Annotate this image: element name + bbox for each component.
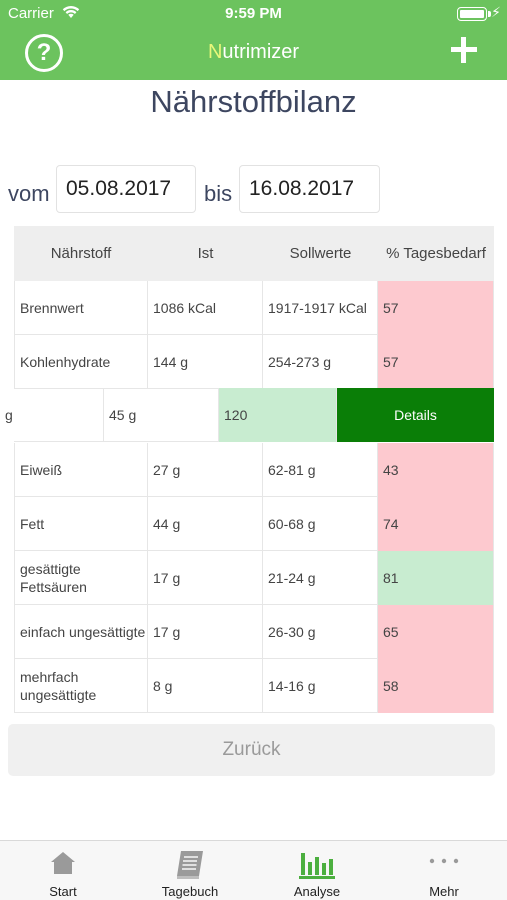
tab-label: Analyse <box>293 884 341 899</box>
nutrient-name: Brennwert <box>14 281 148 335</box>
actual-value: 144 g <box>148 335 263 389</box>
tab-tagebuch[interactable]: Tagebuch <box>127 841 253 900</box>
app-title: Nutrimizer <box>207 41 300 63</box>
from-date-field[interactable]: 05.08.2017 <box>56 165 196 213</box>
nutrient-name: mehrfach ungesättigte <box>14 659 148 713</box>
actual-value: 45 g <box>104 388 219 442</box>
table-row[interactable]: einfach ungesättigte 17 g 26-30 g 65 <box>14 605 494 659</box>
daily-percent: 57 <box>378 335 494 389</box>
table-row[interactable]: Brennwert 1086 kCal 1917-1917 kCal 57 <box>14 281 494 335</box>
header-target: Sollwerte <box>289 245 352 262</box>
target-value: 62-81 g <box>263 443 378 497</box>
header-actual: Ist <box>197 245 214 262</box>
home-icon <box>0 849 126 881</box>
daily-percent: 58 <box>378 659 494 713</box>
nutrient-name: gesättigte Fettsäuren <box>14 551 148 605</box>
status-bar: Carrier 9:59 PM ⚡ <box>0 0 507 28</box>
daily-percent: 43 <box>378 443 494 497</box>
back-button[interactable]: Zurück <box>8 724 495 776</box>
target-value: 1917-1917 kCal <box>263 281 378 335</box>
nutrient-name: Fett <box>14 497 148 551</box>
daily-percent: 57 <box>378 281 494 335</box>
tab-start[interactable]: Start <box>0 841 126 900</box>
nutrient-name: Kohlenhydrate <box>14 335 148 389</box>
tab-label: Mehr <box>429 884 459 899</box>
clock: 9:59 PM <box>225 5 282 22</box>
nutrient-name: einfach ungesättigte <box>14 605 148 659</box>
actual-value: 27 g <box>148 443 263 497</box>
target-value: 26-30 g <box>263 605 378 659</box>
add-button[interactable] <box>451 37 477 63</box>
nutrient-name: Eiweiß <box>14 443 148 497</box>
page-title: Nährstoffbilanz <box>150 84 357 119</box>
daily-percent: 81 <box>378 551 494 605</box>
actual-value: 17 g <box>148 551 263 605</box>
table-row[interactable]: gesättigte Fettsäuren 17 g 21-24 g 81 <box>14 551 494 605</box>
charging-icon: ⚡ <box>491 4 501 20</box>
tab-analyse[interactable]: Analyse <box>254 841 380 900</box>
daily-percent: 65 <box>378 605 494 659</box>
table-row[interactable]: Eiweiß 27 g 62-81 g 43 <box>14 443 494 497</box>
bar-chart-icon <box>254 849 380 881</box>
table-row[interactable]: Fett 44 g 60-68 g 74 <box>14 497 494 551</box>
nutrient-name: g <box>0 388 104 442</box>
tab-mehr[interactable]: Mehr <box>381 841 507 900</box>
to-label: bis <box>204 181 233 206</box>
nav-bar: ? Nutrimizer <box>0 28 507 80</box>
header-nutrient: Nährstoff <box>50 245 112 262</box>
actual-value: 1086 kCal <box>148 281 263 335</box>
table-row[interactable]: Kohlenhydrate 144 g 254-273 g 57 <box>14 335 494 389</box>
battery-icon <box>457 7 491 21</box>
target-value: 254-273 g <box>263 335 378 389</box>
more-icon <box>381 849 507 881</box>
to-date-field[interactable]: 16.08.2017 <box>239 165 380 213</box>
daily-percent: 120 <box>219 388 337 442</box>
from-label: vom <box>8 181 50 206</box>
target-value: 21-24 g <box>263 551 378 605</box>
tab-bar: Start Tagebuch Analyse Mehr <box>0 840 507 900</box>
tab-label: Tagebuch <box>161 884 219 899</box>
table-header: Nährstoff Ist Sollwerte % Tagesbedarf <box>14 226 494 281</box>
details-button[interactable]: Details <box>337 388 494 442</box>
tab-label: Start <box>49 884 77 899</box>
actual-value: 44 g <box>148 497 263 551</box>
table-row[interactable]: mehrfach ungesättigte 8 g 14-16 g 58 <box>14 659 494 713</box>
book-icon <box>127 849 253 881</box>
actual-value: 8 g <box>148 659 263 713</box>
header-daily-percent: % Tagesbedarf <box>386 245 486 262</box>
target-value: 14-16 g <box>263 659 378 713</box>
daily-percent: 74 <box>378 497 494 551</box>
actual-value: 17 g <box>148 605 263 659</box>
target-value: 60-68 g <box>263 497 378 551</box>
